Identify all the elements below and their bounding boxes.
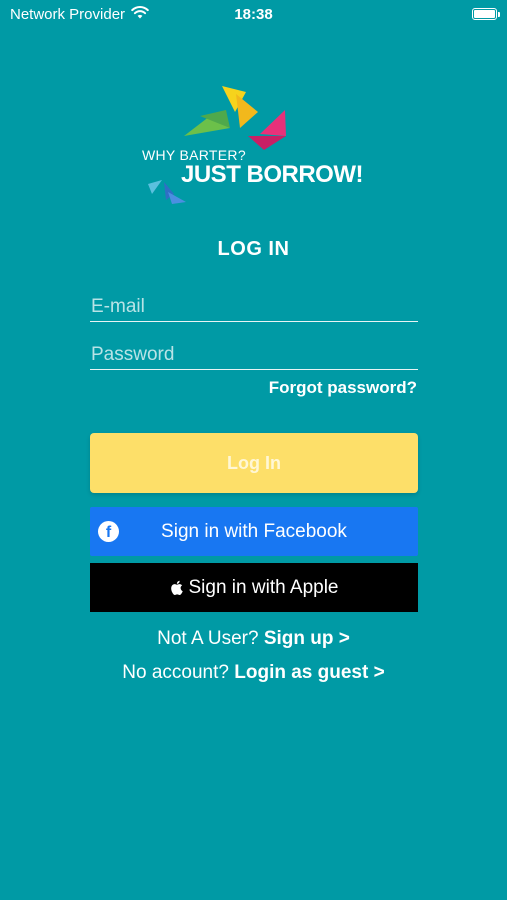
guest-login-link[interactable]: Login as guest > (234, 662, 384, 683)
logo-brand: JUST BORROW! (181, 161, 364, 188)
forgot-password-link[interactable]: Forgot password? (269, 378, 417, 398)
battery-fill (474, 10, 495, 18)
login-button[interactable]: Log In (90, 433, 418, 493)
app-logo: WHY BARTER? JUST BORROW! (140, 84, 370, 209)
status-left: Network Provider (10, 5, 149, 23)
wifi-icon (131, 5, 149, 23)
login-screen: Network Provider 18:38 WHY BARTER? JUST … (0, 0, 507, 900)
facebook-icon: f (98, 521, 119, 542)
login-button-label: Log In (227, 452, 281, 473)
battery-icon (472, 8, 500, 20)
apple-icon (170, 580, 183, 595)
facebook-signin-button[interactable]: f Sign in with Facebook (90, 507, 418, 556)
guest-prompt: No account? Login as guest > (0, 662, 507, 684)
status-bar: Network Provider 18:38 (0, 0, 507, 28)
apple-button-label: Sign in with Apple (188, 576, 339, 598)
password-field[interactable] (90, 340, 418, 370)
facebook-button-label: Sign in with Facebook (161, 520, 347, 542)
sign-up-link[interactable]: Sign up > (264, 628, 350, 649)
email-field[interactable] (90, 292, 418, 322)
signup-prompt: Not A User? Sign up > (0, 628, 507, 650)
not-user-text: Not A User? (157, 628, 259, 649)
page-title: LOG IN (217, 238, 290, 260)
no-account-text: No account? (122, 662, 229, 683)
carrier-name: Network Provider (10, 5, 126, 23)
apple-signin-button[interactable]: Sign in with Apple (90, 563, 418, 612)
